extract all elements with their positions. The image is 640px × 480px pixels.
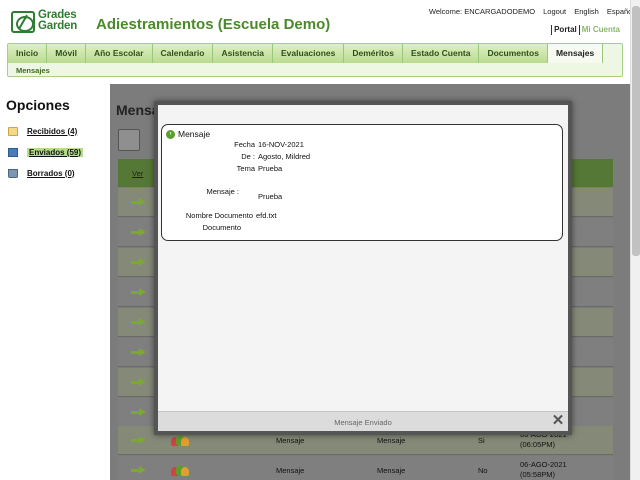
tema-label: Tema [236, 164, 255, 173]
row-tipo: Mensaje [276, 466, 305, 475]
row-hora: (06:05PM) [520, 440, 556, 449]
portal-link[interactable]: Portal [554, 25, 577, 34]
tab-demeritos[interactable]: Deméritos [344, 44, 403, 63]
app-title: Adiestramientos (Escuela Demo) [96, 16, 331, 33]
view-arrow-icon[interactable] [131, 258, 146, 267]
row-tipo: Mensaje [276, 436, 305, 445]
fecha-value: 16-NOV-2021 [258, 140, 304, 149]
sidebar-item-label: Borrados (0) [27, 168, 75, 178]
tab-calendario[interactable]: Calendario [152, 44, 214, 63]
grades-garden-logo[interactable]: Grades Garden [11, 9, 81, 35]
view-arrow-icon[interactable] [131, 466, 146, 475]
row-fecha: 06-AGO-2021 [520, 460, 567, 469]
view-arrow-icon[interactable] [131, 348, 146, 357]
welcome-text: Welcome: ENCARGADODEMO [428, 7, 536, 16]
logo-mark-icon [11, 11, 35, 33]
portal-switcher: Portal Mi Cuenta [549, 25, 620, 35]
view-arrow-icon[interactable] [131, 378, 146, 387]
de-label: De : [241, 152, 255, 161]
message-modal: › Mensaje Fecha 16-NOV-2021 De : Agosto,… [154, 101, 572, 435]
logo-text: Grades Garden [38, 9, 78, 32]
view-arrow-icon[interactable] [131, 436, 146, 445]
row-hora: (05:58PM) [520, 470, 556, 479]
tab-estado-cuenta[interactable]: Estado Cuenta [402, 44, 480, 63]
scroll-thumb[interactable] [632, 6, 640, 256]
search-icon[interactable] [118, 129, 140, 151]
group-icon [171, 434, 189, 447]
sidebar-title: Opciones [6, 97, 70, 113]
column-ver[interactable]: Ver [132, 169, 143, 178]
tab-ano-escolar[interactable]: Año Escolar [85, 44, 153, 63]
sidebar-item-enviados[interactable]: Enviados (59) [8, 146, 84, 158]
row-leido: Si [478, 436, 485, 445]
subnav-mensajes[interactable]: Mensajes [16, 66, 50, 75]
separator [551, 25, 553, 35]
row-date: 06-AGO-2021 (05:58PM) [520, 460, 567, 480]
message-card-title: › Mensaje [166, 129, 210, 139]
mensaje-label: Mensaje : [206, 187, 239, 196]
logo-line-2: Garden [38, 20, 78, 32]
documento-label: Documento [202, 223, 241, 232]
sidebar-item-recibidos[interactable]: Recibidos (4) [8, 125, 77, 137]
sidebar-item-label: Enviados (59) [27, 147, 84, 157]
tema-value: Prueba [258, 164, 283, 173]
row-asunto: Mensaje [377, 466, 406, 475]
view-arrow-icon[interactable] [131, 198, 146, 207]
close-icon[interactable]: ✕ [551, 413, 565, 428]
fecha-label: Fecha [234, 140, 255, 149]
top-links: Welcome: ENCARGADODEMO Logout English Es… [429, 7, 634, 16]
view-arrow-icon[interactable] [131, 288, 146, 297]
group-icon [171, 464, 189, 477]
mi-cuenta-link[interactable]: Mi Cuenta [582, 25, 620, 34]
de-value: Agosto, Mildred [258, 152, 311, 161]
tab-asistencia[interactable]: Asistencia [213, 44, 274, 63]
view-arrow-icon[interactable] [131, 408, 146, 417]
view-arrow-icon[interactable] [131, 318, 146, 327]
message-title: Mensaje [178, 129, 211, 139]
mensaje-value: Prueba [258, 192, 283, 201]
english-link[interactable]: English [574, 7, 599, 16]
trash-icon [8, 168, 18, 178]
table-row: Mensaje Mensaje No 06-AGO-2021 (05:58PM) [118, 456, 613, 480]
nombre-documento-label: Nombre Documento [185, 211, 253, 220]
view-arrow-icon[interactable] [131, 228, 146, 237]
chevron-right-icon: › [166, 129, 175, 139]
row-asunto: Mensaje [377, 436, 406, 445]
nav-tabs: Inicio Móvil Año Escolar Calendario Asis… [8, 44, 604, 63]
row-leido: No [478, 466, 488, 475]
sidebar-item-borrados[interactable]: Borrados (0) [8, 167, 75, 179]
folder-icon [8, 126, 18, 136]
sidebar-item-label: Recibidos (4) [27, 126, 78, 136]
tab-documentos[interactable]: Documentos [479, 44, 548, 63]
main-navbar: Inicio Móvil Año Escolar Calendario Asis… [7, 43, 623, 77]
nombre-documento-value: efd.txt [256, 211, 277, 220]
message-card: › Mensaje Fecha 16-NOV-2021 De : Agosto,… [161, 124, 563, 241]
modal-status-text: Mensaje Enviado [334, 418, 392, 427]
tab-inicio[interactable]: Inicio [8, 44, 48, 63]
logout-link[interactable]: Logout [543, 7, 566, 16]
separator [578, 25, 580, 35]
page-scrollbar[interactable] [630, 0, 640, 480]
tab-mensajes[interactable]: Mensajes [547, 44, 604, 63]
tab-movil[interactable]: Móvil [47, 44, 86, 63]
tab-evaluaciones[interactable]: Evaluaciones [273, 44, 345, 63]
sent-icon [8, 147, 18, 157]
modal-footer: Mensaje Enviado ✕ [158, 411, 568, 431]
